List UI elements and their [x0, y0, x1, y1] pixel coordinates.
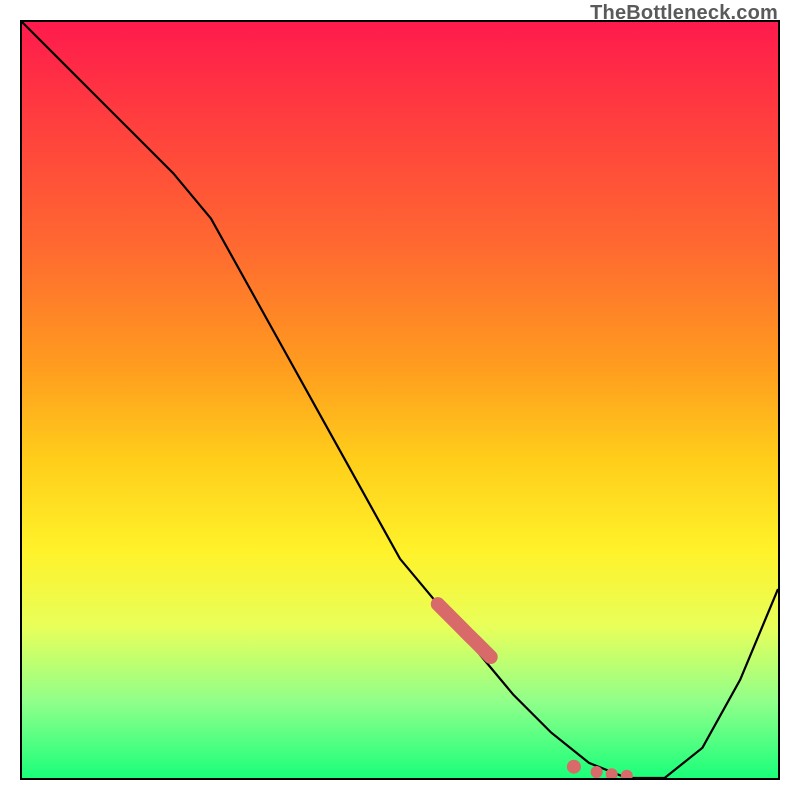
- highlight-dot: [621, 770, 633, 778]
- main-curve: [22, 22, 778, 778]
- plot-area: [20, 20, 780, 780]
- highlight-segment: [438, 604, 491, 657]
- chart-overlay: [22, 22, 778, 778]
- chart-frame: TheBottleneck.com: [0, 0, 800, 800]
- highlight-dot: [567, 760, 581, 774]
- highlight-dots: [567, 760, 633, 778]
- highlight-dot: [591, 766, 603, 778]
